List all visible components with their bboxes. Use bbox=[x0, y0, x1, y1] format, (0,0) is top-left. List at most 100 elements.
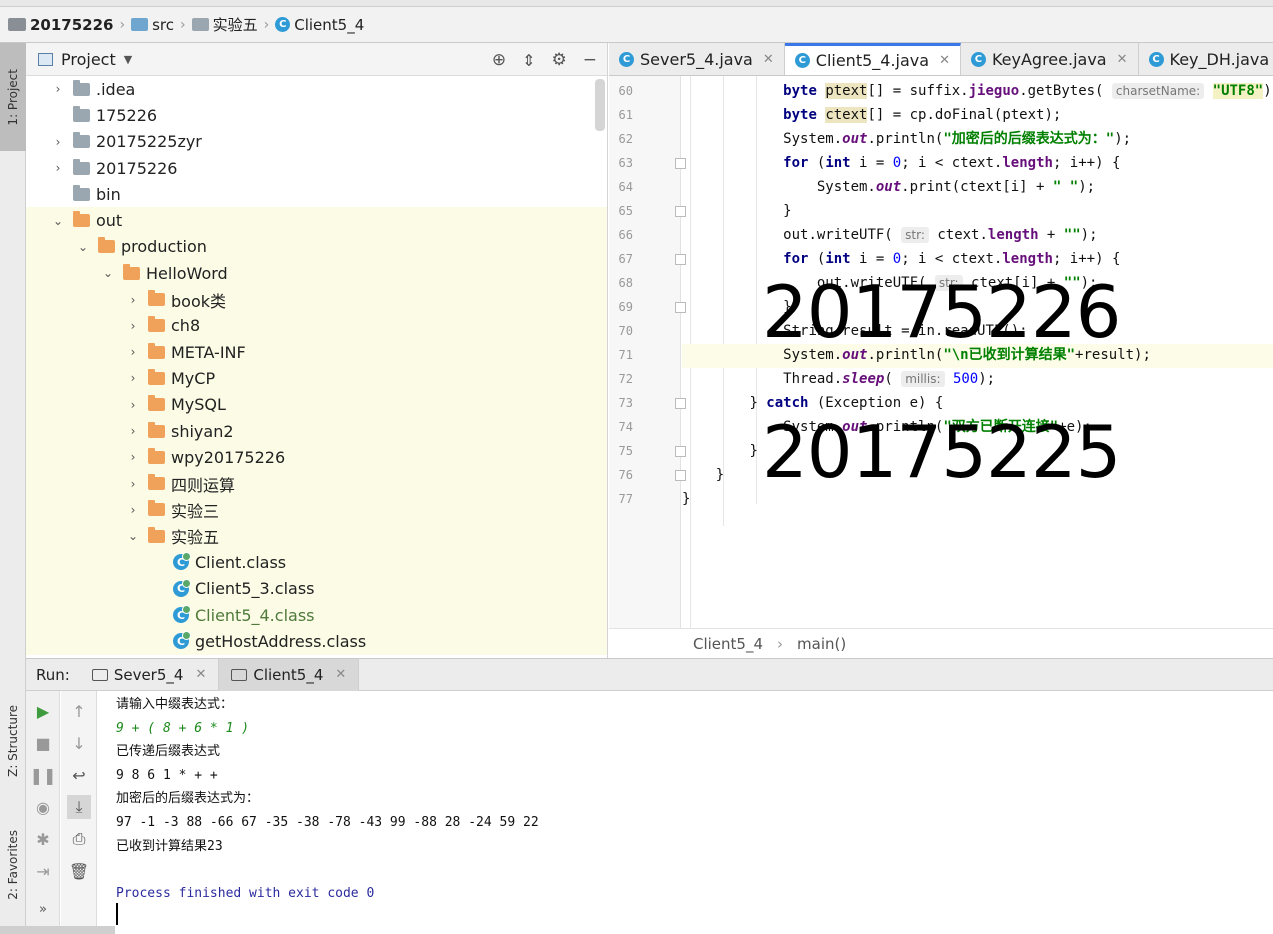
close-icon[interactable]: ✕ bbox=[939, 53, 950, 68]
chevron-right-icon: › bbox=[777, 634, 784, 653]
close-icon[interactable]: ✕ bbox=[195, 667, 206, 682]
chevron-down-icon[interactable]: ⌄ bbox=[51, 214, 65, 228]
tree-item[interactable]: › 20175225zyr bbox=[26, 129, 607, 155]
run-tab-label: Client5_4 bbox=[253, 665, 324, 684]
tree-item[interactable]: › wpy20175226 bbox=[26, 444, 607, 471]
tree-item[interactable]: › 实验三 bbox=[26, 496, 607, 524]
collapse-all-icon[interactable]: ⇕ bbox=[522, 51, 535, 70]
chevron-down-icon[interactable]: ⌄ bbox=[76, 240, 90, 254]
soft-wrap-icon[interactable]: ↩ bbox=[67, 763, 91, 787]
run-tab[interactable]: Client5_4 ✕ bbox=[219, 658, 360, 691]
tree-item[interactable]: › MyCP bbox=[26, 365, 607, 392]
run-panel: Run: Sever5_4 ✕ Client5_4 ✕ ▶ ■ ❚❚ ◉ ✱ ⇥ » … bbox=[26, 658, 1273, 934]
breadcrumb-file[interactable]: C Client5_4 bbox=[275, 16, 364, 34]
tab-favorites[interactable]: 2: Favorites bbox=[0, 815, 26, 915]
close-icon[interactable]: ✕ bbox=[335, 667, 346, 682]
chevron-down-icon[interactable]: ⌄ bbox=[101, 266, 115, 280]
tree-item[interactable]: › book类 bbox=[26, 286, 607, 313]
tree-item-label: META-INF bbox=[171, 342, 246, 362]
trash-icon[interactable]: 🗑 bbox=[67, 859, 91, 883]
chevron-right-icon[interactable]: › bbox=[51, 135, 65, 149]
chevron-right-icon[interactable]: › bbox=[126, 345, 140, 359]
editor-breadcrumb-method[interactable]: main() bbox=[797, 635, 846, 653]
tree-item-label: out bbox=[96, 211, 123, 231]
tree-item[interactable]: C Client5_3.class bbox=[26, 575, 607, 602]
tree-item[interactable]: bin bbox=[26, 181, 607, 207]
console-line: 请输入中缀表达式： bbox=[116, 697, 234, 712]
breadcrumb-package[interactable]: 实验五 bbox=[191, 14, 258, 35]
tree-item[interactable]: › ch8 bbox=[26, 312, 607, 339]
minimize-icon[interactable]: − bbox=[583, 50, 597, 70]
chevron-right-icon[interactable]: › bbox=[51, 82, 65, 96]
tree-item[interactable]: ⌄ 实验五 bbox=[26, 523, 607, 550]
pause-icon[interactable]: ❚❚ bbox=[30, 763, 57, 787]
tree-item[interactable]: ⌄ out bbox=[26, 207, 607, 234]
chevron-down-icon[interactable]: ⌄ bbox=[126, 529, 140, 543]
run-tab[interactable]: Sever5_4 ✕ bbox=[80, 658, 220, 691]
editor-tab[interactable]: C Sever5_4.java ✕ bbox=[609, 43, 785, 75]
tree-item[interactable]: ⌄ production bbox=[26, 233, 607, 261]
tree-item[interactable]: CgetHostAddress.class bbox=[26, 628, 607, 655]
code-line-64: System.out.print(ctext[i] + " "); bbox=[816, 179, 1096, 195]
chevron-right-icon[interactable]: › bbox=[126, 477, 140, 491]
rerun-icon[interactable]: ▶ bbox=[31, 699, 55, 723]
scroll-to-end-icon[interactable]: ⤓ bbox=[67, 795, 91, 819]
exit-icon[interactable]: ⇥ bbox=[31, 859, 55, 883]
tree-item-label: wpy20175226 bbox=[171, 447, 286, 467]
editor-tab[interactable]: C Client5_4.java ✕ bbox=[784, 43, 961, 75]
editor-tab[interactable]: C KeyAgree.java ✕ bbox=[961, 43, 1139, 75]
folder-icon bbox=[73, 184, 90, 201]
editor-tab-label: KeyAgree.java bbox=[991, 49, 1107, 69]
tree-item[interactable]: › .idea bbox=[26, 76, 607, 102]
locate-icon[interactable]: ⊕ bbox=[492, 50, 506, 70]
chevron-right-icon[interactable]: › bbox=[126, 424, 140, 438]
close-icon[interactable]: ✕ bbox=[763, 52, 774, 67]
editor-tab[interactable]: CKey_DH.java✕ bbox=[1139, 43, 1273, 75]
tree-item-label: Client5_4.class bbox=[195, 605, 315, 625]
folder-icon bbox=[73, 79, 90, 96]
tree-item[interactable]: › 20175226 bbox=[26, 155, 607, 181]
up-arrow-icon[interactable]: ↑ bbox=[67, 699, 91, 723]
line-number: 72 bbox=[618, 372, 633, 386]
tree-item[interactable]: C Client.class bbox=[26, 549, 607, 576]
gear-icon[interactable]: ⚙ bbox=[552, 50, 567, 70]
tab-structure[interactable]: Z: Structure bbox=[0, 691, 26, 791]
chevron-right-icon[interactable]: › bbox=[126, 450, 140, 464]
debug-bug-icon[interactable]: ✱ bbox=[31, 827, 55, 851]
tree-item[interactable]: ⌄ HelloWord bbox=[26, 260, 607, 287]
editor-breadcrumb-class[interactable]: Client5_4 bbox=[693, 635, 763, 653]
tree-scrollbar[interactable] bbox=[595, 79, 605, 131]
tree-item[interactable]: › 四则运算 bbox=[26, 470, 607, 497]
horizontal-scrollbar[interactable] bbox=[0, 926, 115, 934]
chevron-right-icon[interactable]: › bbox=[126, 371, 140, 385]
chevron-right-icon[interactable]: › bbox=[126, 398, 140, 412]
watermark-number-1: 20175226 bbox=[762, 270, 1121, 354]
chevron-right-icon[interactable]: › bbox=[51, 161, 65, 175]
camera-icon[interactable]: ◉ bbox=[31, 795, 55, 819]
stop-icon[interactable]: ■ bbox=[31, 731, 55, 755]
tree-item[interactable]: › MySQL bbox=[26, 391, 607, 418]
tree-item[interactable]: › shiyan2 bbox=[26, 417, 607, 445]
breadcrumb-file-label: Client5_4 bbox=[294, 15, 365, 34]
breadcrumb-project[interactable]: 20175226 bbox=[8, 16, 114, 34]
tab-project[interactable]: 1: Project bbox=[0, 43, 26, 151]
print-icon[interactable]: ⎙ bbox=[67, 827, 91, 851]
dropdown-arrow-icon[interactable]: ▼ bbox=[124, 53, 132, 66]
console-output[interactable]: 请输入中缀表达式： 9 + ( 8 + 6 * 1 ) 已传递后缀表达式 9 8 6 … bbox=[98, 691, 1273, 934]
code-area[interactable]: byte ptext[] = suffix.jieguo.getBytes( c… bbox=[682, 76, 1273, 628]
close-icon[interactable]: ✕ bbox=[1117, 52, 1128, 67]
tree-item[interactable]: › META-INF bbox=[26, 338, 607, 366]
more-icon[interactable]: » bbox=[31, 897, 55, 921]
tree-item-label: getHostAddress.class bbox=[195, 631, 367, 651]
chevron-right-icon[interactable]: › bbox=[126, 293, 140, 307]
chevron-right-icon[interactable]: › bbox=[126, 319, 140, 333]
down-arrow-icon[interactable]: ↓ bbox=[67, 731, 91, 755]
chevron-right-icon[interactable]: › bbox=[126, 503, 140, 517]
tree-item[interactable]: C Client5_4.class bbox=[26, 601, 607, 629]
tree-item[interactable]: 175226 bbox=[26, 102, 607, 128]
run-tab-label: Sever5_4 bbox=[113, 665, 184, 684]
console-line: 加密后的后缀表达式为： bbox=[116, 791, 260, 807]
breadcrumb-src[interactable]: src bbox=[131, 16, 174, 34]
folder-icon bbox=[73, 132, 90, 149]
class-icon: C bbox=[970, 51, 986, 67]
